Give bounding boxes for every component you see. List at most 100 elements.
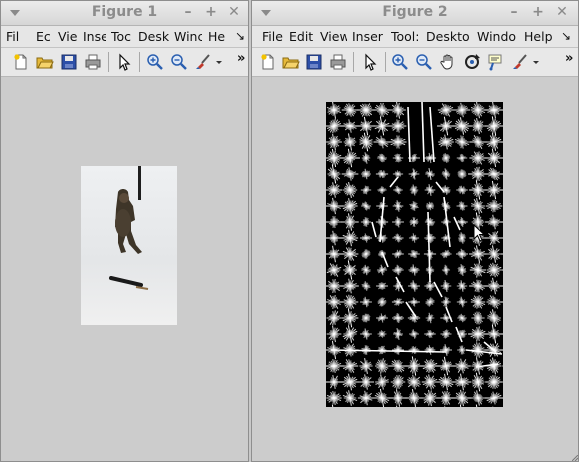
hog-cell-glyph: [456, 248, 468, 260]
zoom-in-icon[interactable]: [391, 53, 409, 71]
more-tools-button[interactable]: »: [237, 51, 245, 66]
hog-cell-glyph: [341, 167, 359, 181]
more-tools-button[interactable]: »: [565, 51, 573, 66]
maximize-button[interactable]: +: [204, 5, 218, 20]
hog-cell-glyph: [357, 390, 375, 406]
hog-cell-glyph: [485, 214, 503, 230]
save-icon[interactable]: [305, 53, 323, 71]
hog-cell-glyph: [408, 280, 420, 292]
hog-cell-glyph: [484, 231, 503, 245]
hog-cell-glyph: [500, 109, 503, 111]
hog-cell-glyph: [436, 356, 456, 376]
hog-cell-glyph: [441, 296, 451, 308]
hog-cell-glyph: [361, 313, 371, 323]
hog-cell-glyph: [471, 198, 485, 214]
menu-file[interactable]: File: [262, 29, 286, 44]
hog-edge-stroke: [421, 102, 425, 163]
hog-cell-glyph: [502, 406, 503, 407]
hog-cell-glyph: [441, 168, 451, 180]
hog-cell-glyph: [375, 358, 389, 374]
minimize-button[interactable]: –: [507, 5, 521, 20]
menu-window[interactable]: Winc: [174, 29, 202, 44]
hog-cell-glyph: [469, 262, 487, 278]
hog-cell-glyph: [484, 391, 503, 405]
new-figure-icon[interactable]: [259, 53, 277, 71]
hog-cell-glyph: [341, 308, 359, 328]
hog-cell-glyph: [500, 189, 503, 191]
hog-cell-glyph: [377, 345, 387, 355]
close-button[interactable]: ✕: [555, 5, 569, 20]
zoom-out-icon[interactable]: [415, 53, 433, 71]
menu-file[interactable]: Fil: [6, 29, 26, 44]
hog-cell-glyph: [453, 102, 471, 118]
brush-icon[interactable]: [194, 53, 212, 71]
menu-view[interactable]: Vie: [58, 29, 77, 44]
more-menus-button[interactable]: ↘: [235, 29, 245, 43]
menu-insert[interactable]: Inser: [352, 29, 385, 44]
snowboarder-image: [81, 166, 177, 325]
hog-cell-glyph: [341, 359, 359, 373]
new-figure-icon[interactable]: [12, 53, 30, 71]
menu-insert[interactable]: Inse: [83, 29, 106, 44]
hog-cell-glyph: [452, 389, 472, 407]
menu-edit[interactable]: Edit: [289, 29, 315, 44]
menu-tools[interactable]: Tool:: [391, 29, 421, 44]
resize-grip-icon[interactable]: [572, 455, 578, 461]
dropdown-arrow-icon[interactable]: [215, 53, 223, 71]
toolbar-separator: [139, 52, 140, 72]
menu-edit[interactable]: Ec: [36, 29, 52, 44]
zoom-in-icon[interactable]: [146, 53, 164, 71]
figure-1-titlebar[interactable]: Figure 1 – + ✕: [1, 1, 248, 26]
brush-icon[interactable]: [511, 53, 529, 71]
hog-cell-glyph: [469, 245, 487, 263]
zoom-out-icon[interactable]: [170, 53, 188, 71]
print-icon[interactable]: [84, 53, 102, 71]
hog-cell-glyph: [470, 118, 486, 134]
pan-icon[interactable]: [439, 53, 457, 71]
hog-cell-glyph: [424, 232, 436, 244]
hog-cell-glyph: [326, 295, 343, 309]
hog-cell-glyph: [361, 281, 371, 291]
hog-cell-glyph: [440, 249, 452, 259]
hog-cell-glyph: [470, 102, 486, 119]
open-file-icon[interactable]: [282, 53, 300, 71]
data-cursor-icon[interactable]: [487, 53, 505, 71]
hog-edge-stroke: [433, 281, 443, 298]
hog-cell-glyph: [469, 180, 487, 200]
hog-cell-glyph: [470, 295, 486, 309]
pointer-icon[interactable]: [115, 53, 133, 71]
menu-help[interactable]: Help: [524, 29, 553, 44]
rotate-3d-icon[interactable]: [463, 53, 481, 71]
menu-desktop[interactable]: Desk: [138, 29, 169, 44]
print-icon[interactable]: [329, 53, 347, 71]
menu-tools[interactable]: Toc: [111, 29, 131, 44]
hog-cell-glyph: [421, 374, 439, 390]
hog-cell-glyph: [341, 373, 359, 391]
hog-cell-glyph: [425, 297, 435, 307]
hog-cell-glyph: [424, 345, 436, 355]
open-file-icon[interactable]: [36, 53, 54, 71]
hog-cell-glyph: [326, 245, 344, 263]
hog-cell-glyph: [361, 168, 371, 180]
figure-2-titlebar[interactable]: Figure 2 – + ✕: [252, 1, 578, 26]
more-menus-button[interactable]: ↘: [561, 29, 571, 43]
menu-view[interactable]: View: [320, 29, 347, 44]
menu-window[interactable]: Windo: [477, 29, 517, 44]
hog-cell-glyph: [331, 404, 334, 407]
hog-cell-glyph: [342, 325, 358, 343]
maximize-button[interactable]: +: [531, 5, 545, 20]
figure-2-window: Figure 2 – + ✕ File Edit View Inser Tool…: [251, 0, 579, 462]
hog-cell-glyph: [376, 264, 388, 276]
menu-help[interactable]: He: [208, 29, 227, 44]
close-button[interactable]: ✕: [227, 5, 241, 20]
pointer-icon[interactable]: [361, 53, 379, 71]
hog-cell-glyph: [500, 253, 503, 255]
minimize-button[interactable]: –: [181, 5, 195, 20]
menu-desktop[interactable]: Deskto: [426, 29, 471, 44]
dropdown-arrow-icon[interactable]: [532, 53, 540, 71]
hog-cell-glyph: [342, 181, 358, 199]
hog-cell-glyph: [484, 277, 503, 295]
hog-cell-glyph: [485, 375, 503, 389]
save-icon[interactable]: [60, 53, 78, 71]
hog-cell-glyph: [360, 185, 372, 195]
